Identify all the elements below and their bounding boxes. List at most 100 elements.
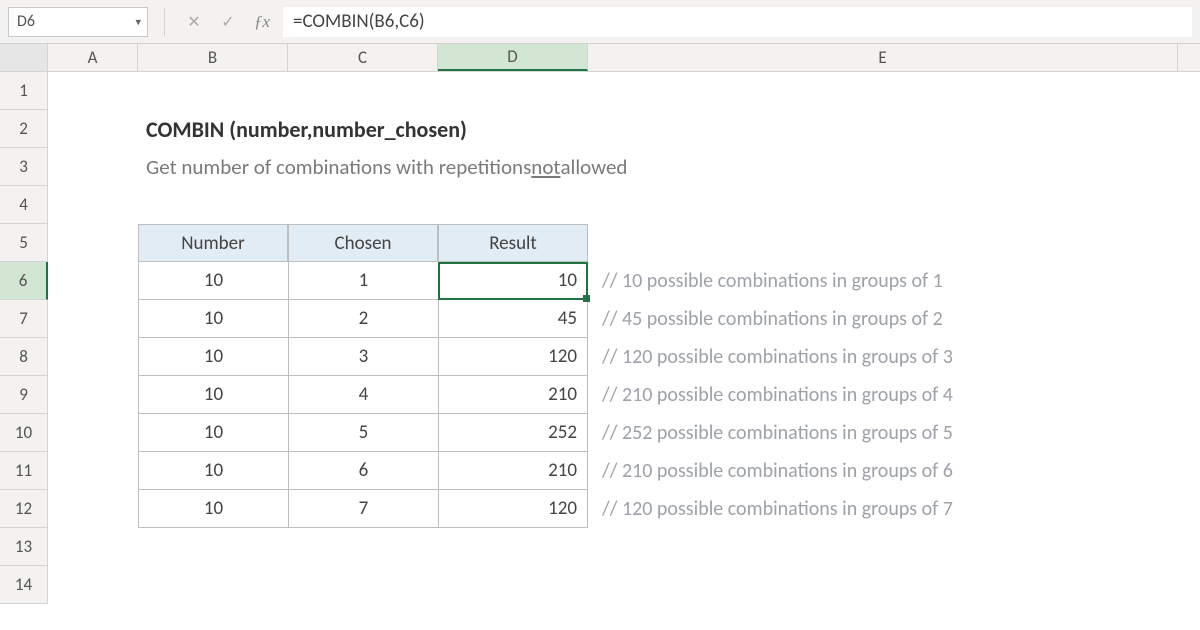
spreadsheet-grid[interactable]: A B C D E 1 2 3 4 5 6 7 8 9 10 11 12 13 … (0, 44, 1200, 72)
col-header-d[interactable]: D (438, 44, 588, 71)
row-header[interactable]: 3 (0, 148, 48, 186)
cell[interactable] (288, 110, 438, 148)
formula-bar: D6 ▾ ✕ ✓ ƒx =COMBIN(B6,C6) (0, 0, 1200, 44)
row-header[interactable]: 14 (0, 566, 48, 604)
cell-result[interactable]: 120 (438, 490, 588, 528)
cell-comment[interactable]: // 45 possible combinations in groups of… (588, 300, 1178, 338)
cell[interactable] (438, 148, 588, 186)
formula-input[interactable]: =COMBIN(B6,C6) (283, 7, 1192, 37)
name-box-dropdown-icon[interactable]: ▾ (135, 15, 141, 28)
cell-chosen[interactable]: 6 (288, 452, 438, 490)
cell-result[interactable]: 252 (438, 414, 588, 452)
cell[interactable] (438, 566, 588, 604)
row-header[interactable]: 6 (0, 262, 48, 300)
col-header-b[interactable]: B (138, 44, 288, 71)
cell-result[interactable]: 210 (438, 452, 588, 490)
cell-result[interactable]: 45 (438, 300, 588, 338)
cell[interactable] (588, 148, 1178, 186)
row-header[interactable]: 12 (0, 490, 48, 528)
title-cell[interactable]: COMBIN (number,number_chosen) (138, 110, 288, 148)
cell[interactable] (588, 186, 1178, 224)
cells-area[interactable]: COMBIN (number,number_chosen) Get number… (48, 72, 1200, 604)
fx-icon[interactable]: ƒx (249, 9, 275, 35)
cell[interactable] (438, 72, 588, 110)
cell[interactable] (48, 186, 138, 224)
cell-comment[interactable]: // 210 possible combinations in groups o… (588, 376, 1178, 414)
row-header[interactable]: 7 (0, 300, 48, 338)
cell[interactable] (588, 110, 1178, 148)
cell-number[interactable]: 10 (138, 262, 288, 300)
row-header[interactable]: 13 (0, 528, 48, 566)
cell[interactable] (438, 186, 588, 224)
cell-chosen[interactable]: 3 (288, 338, 438, 376)
table-header-result[interactable]: Result (438, 224, 588, 262)
cell-comment[interactable]: // 252 possible combinations in groups o… (588, 414, 1178, 452)
grid-row (48, 528, 1200, 566)
cell[interactable] (438, 110, 588, 148)
cell-number[interactable]: 10 (138, 376, 288, 414)
cell-chosen[interactable]: 5 (288, 414, 438, 452)
cell-chosen[interactable]: 2 (288, 300, 438, 338)
cell[interactable] (138, 72, 288, 110)
cell-result[interactable]: 10 (438, 262, 588, 300)
cell[interactable] (48, 110, 138, 148)
cell-number[interactable]: 10 (138, 490, 288, 528)
cell-number[interactable]: 10 (138, 452, 288, 490)
row-header[interactable]: 10 (0, 414, 48, 452)
cell[interactable] (48, 72, 138, 110)
cell-chosen[interactable]: 7 (288, 490, 438, 528)
cell[interactable] (138, 186, 288, 224)
cell-number[interactable]: 10 (138, 414, 288, 452)
cell[interactable] (48, 148, 138, 186)
cell-number[interactable]: 10 (138, 338, 288, 376)
cell[interactable] (48, 338, 138, 376)
cell[interactable] (288, 186, 438, 224)
col-header-e[interactable]: E (588, 44, 1178, 71)
table-header-chosen[interactable]: Chosen (288, 224, 438, 262)
cell[interactable] (48, 528, 138, 566)
cell[interactable] (138, 528, 288, 566)
cell[interactable] (288, 528, 438, 566)
cell[interactable] (48, 490, 138, 528)
subtitle-cell[interactable]: Get number of combinations with repetiti… (138, 148, 288, 186)
cell[interactable] (48, 224, 138, 262)
cell-result[interactable]: 120 (438, 338, 588, 376)
table-header-number[interactable]: Number (138, 224, 288, 262)
row-header[interactable]: 8 (0, 338, 48, 376)
cell-chosen[interactable]: 1 (288, 262, 438, 300)
cell[interactable] (48, 376, 138, 414)
cell[interactable] (48, 452, 138, 490)
cell[interactable] (588, 72, 1178, 110)
table-row: 10 3 120 // 120 possible combinations in… (48, 338, 1200, 376)
col-header-c[interactable]: C (288, 44, 438, 71)
cell[interactable] (138, 566, 288, 604)
cell[interactable] (588, 224, 1178, 262)
cell[interactable] (48, 300, 138, 338)
cell[interactable] (48, 262, 138, 300)
cell-number[interactable]: 10 (138, 300, 288, 338)
row-header[interactable]: 5 (0, 224, 48, 262)
cell[interactable] (438, 528, 588, 566)
row-header[interactable]: 2 (0, 110, 48, 148)
row-header[interactable]: 11 (0, 452, 48, 490)
row-header[interactable]: 1 (0, 72, 48, 110)
col-header-a[interactable]: A (48, 44, 138, 71)
cell[interactable] (588, 528, 1178, 566)
row-header[interactable]: 4 (0, 186, 48, 224)
cell[interactable] (288, 566, 438, 604)
cell[interactable] (288, 72, 438, 110)
cell-comment[interactable]: // 210 possible combinations in groups o… (588, 452, 1178, 490)
grid-row (48, 72, 1200, 110)
cell-comment[interactable]: // 10 possible combinations in groups of… (588, 262, 1178, 300)
cell-chosen[interactable]: 4 (288, 376, 438, 414)
name-box[interactable]: D6 ▾ (8, 7, 148, 37)
row-header[interactable]: 9 (0, 376, 48, 414)
cell[interactable] (48, 566, 138, 604)
cell-comment[interactable]: // 120 possible combinations in groups o… (588, 490, 1178, 528)
cell[interactable] (588, 566, 1178, 604)
cell-comment[interactable]: // 120 possible combinations in groups o… (588, 338, 1178, 376)
select-all-corner[interactable] (0, 44, 48, 71)
cell[interactable] (48, 414, 138, 452)
cell[interactable] (288, 148, 438, 186)
cell-result[interactable]: 210 (438, 376, 588, 414)
